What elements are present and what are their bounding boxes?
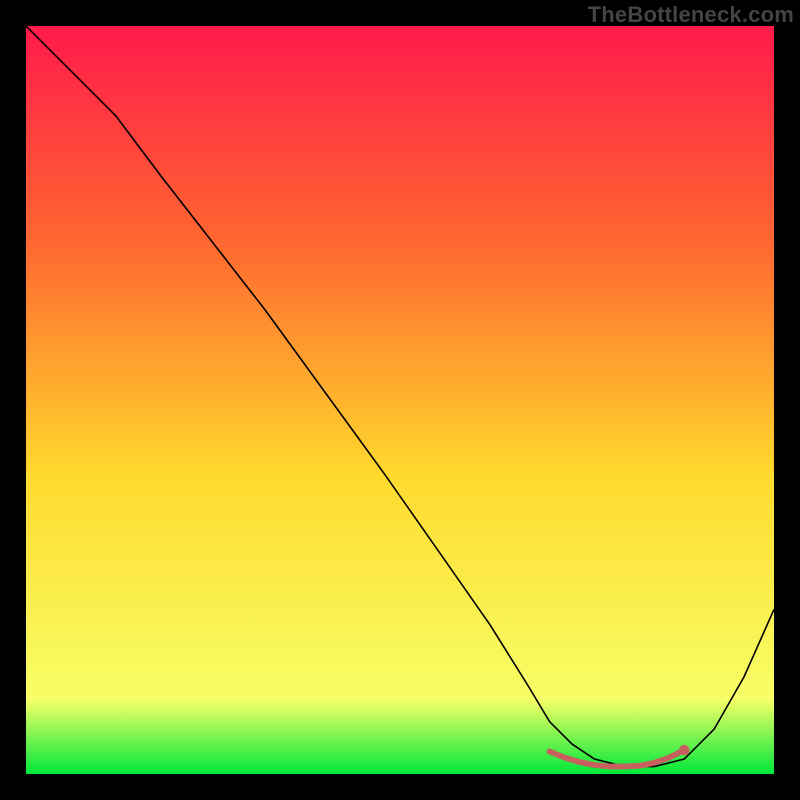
chart-container: TheBottleneck.com <box>0 0 800 800</box>
watermark-text: TheBottleneck.com <box>588 2 794 28</box>
chart-background <box>26 26 774 774</box>
chart-svg <box>26 26 774 774</box>
marker-dot <box>679 745 689 755</box>
